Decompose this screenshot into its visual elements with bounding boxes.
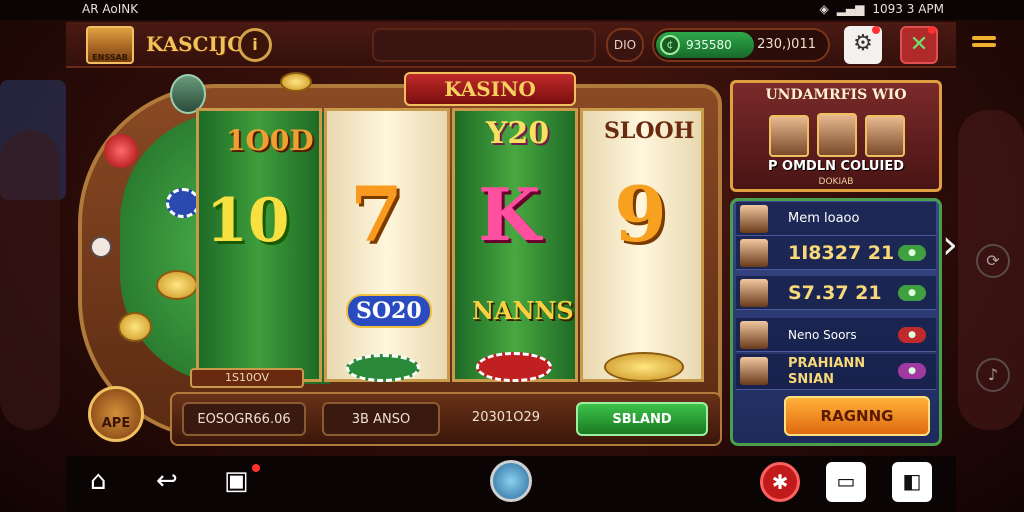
status-time: 1093 3 APM	[872, 2, 944, 16]
avatar	[740, 279, 768, 307]
leaderboard-row[interactable]: Mem loaoo	[736, 202, 936, 236]
coin-decor	[280, 72, 312, 92]
row-text: Mem loaoo	[788, 211, 860, 226]
coin-decor	[156, 270, 198, 300]
center-action-button[interactable]	[490, 460, 532, 502]
leaderboard-row[interactable]: S7.37 21 ●	[736, 276, 936, 310]
avatar	[740, 205, 768, 233]
raising-button[interactable]: RAGNNG	[784, 396, 930, 436]
poker-chip	[346, 354, 420, 382]
leaderboard-row[interactable]: PRAHIANN SNIAN ●	[736, 354, 936, 390]
leaderboard-row[interactable]: Neno Soors ●	[736, 318, 936, 352]
row-text: Neno Soors	[788, 328, 857, 342]
home-icon[interactable]: ⌂	[90, 466, 107, 496]
search-input[interactable]	[372, 28, 596, 62]
close-icon: ✕	[909, 32, 929, 57]
kasino-banner: KASINO	[404, 72, 576, 106]
balance-green-value: 935580	[686, 38, 732, 52]
machine-side-dot	[90, 236, 112, 258]
balance-total-value: 230,)011	[757, 37, 816, 52]
reel-symbol: K	[478, 172, 541, 257]
row-badge: ●	[898, 363, 926, 379]
status-bar-right: ◈ ▂▄▆ 1093 3 APM	[819, 2, 944, 16]
shop-notification-dot	[252, 464, 260, 472]
status-bar: AR AoINK ◈ ▂▄▆ 1093 3 APM	[0, 0, 1024, 20]
logo-badge: ENSSAB	[92, 53, 128, 62]
row-text: S7.37 21	[788, 282, 882, 304]
close-notification-dot	[928, 26, 936, 34]
poker-chip	[476, 352, 552, 382]
lines-field[interactable]: 3B ANSO	[322, 402, 440, 436]
coin-decor	[118, 312, 152, 342]
row-text: 1I8327 21	[788, 242, 895, 264]
menu-button[interactable]	[972, 36, 996, 54]
menu-icon-bar	[972, 36, 996, 40]
row-badge: ●	[898, 245, 926, 261]
reel-symbol: Y20	[486, 116, 550, 151]
promo-avatar	[817, 113, 857, 157]
balance-green: ¢ 935580	[656, 32, 754, 58]
id-button[interactable]: DIO	[606, 28, 644, 62]
reel-symbol: NANNS	[472, 296, 574, 325]
chevron-right-icon[interactable]: ›	[942, 222, 958, 268]
game-logo-image[interactable]: ENSSAB	[86, 26, 134, 64]
chat-icon[interactable]: ▭	[826, 462, 866, 502]
reel-symbol: SLOOH	[604, 118, 695, 144]
leaderboard-row[interactable]: 1I8327 21 ●	[736, 236, 936, 270]
menu-icon-bar	[972, 43, 996, 47]
gift-icon[interactable]: ✱	[760, 462, 800, 502]
poker-chip	[166, 188, 200, 218]
shop-bag-icon[interactable]: ▣	[224, 466, 249, 496]
side-round-button[interactable]: ⟳	[976, 244, 1010, 278]
ape-button[interactable]: APE	[88, 386, 144, 442]
reel-symbol: SO20	[346, 294, 432, 328]
background-figure-left	[0, 130, 60, 430]
row-badge: ●	[898, 327, 926, 343]
avatar	[740, 321, 768, 349]
reel-symbol: 10	[206, 186, 290, 256]
logo-title: KASCIJO	[146, 32, 245, 56]
signal-icon: ▂▄▆	[836, 2, 865, 16]
reel-symbol: 1O0D	[226, 124, 314, 157]
side-round-button[interactable]: ♪	[976, 358, 1010, 392]
promo-line: P OMDLN COLUIED	[768, 159, 904, 174]
apps-icon[interactable]: ◧	[892, 462, 932, 502]
promo-title: UNDAMRFIS WIO	[765, 87, 907, 103]
reel-symbol: 9	[614, 170, 667, 259]
spin-button[interactable]: SBLAND	[576, 402, 708, 436]
reel-tag: 1S10OV	[190, 368, 304, 388]
app-root: AR AoINK ◈ ▂▄▆ 1093 3 APM ENSSAB KASCIJO…	[0, 0, 1024, 512]
avatar	[740, 357, 768, 385]
wifi-icon: ◈	[819, 2, 829, 16]
promo-sub: DOKIAB	[818, 177, 854, 187]
reel-symbol: 7	[350, 170, 403, 259]
promo-avatar	[769, 115, 809, 157]
row-text: PRAHIANN SNIAN	[788, 356, 866, 387]
balance-display[interactable]: ¢ 935580 230,)011	[652, 28, 830, 62]
back-icon[interactable]: ↩	[156, 466, 178, 496]
coin-decor	[604, 352, 684, 382]
status-bar-left-text: AR AoINK	[82, 2, 139, 16]
avatar	[740, 239, 768, 267]
settings-notification-dot	[872, 26, 880, 34]
bet-field[interactable]: EOSOGR66.06	[182, 402, 306, 436]
promo-avatar	[865, 115, 905, 157]
row-badge: ●	[898, 285, 926, 301]
win-display: 20301O29	[471, 410, 541, 425]
gear-icon: ⚙	[853, 31, 873, 56]
lever-knob[interactable]	[104, 134, 138, 168]
promo-panel[interactable]: UNDAMRFIS WIO P OMDLN COLUIED DOKIAB	[730, 80, 942, 192]
info-coin-icon[interactable]: i	[238, 28, 272, 62]
cash-icon: ¢	[660, 35, 680, 55]
